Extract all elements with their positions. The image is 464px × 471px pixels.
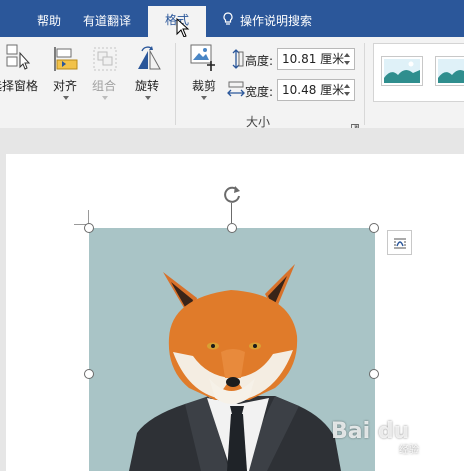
layout-options-button[interactable] [387, 230, 412, 255]
height-spin-arrows[interactable] [343, 51, 351, 67]
dialog-launcher-icon[interactable] [351, 117, 359, 132]
align-button[interactable]: 对齐 [50, 37, 82, 107]
align-icon [52, 45, 80, 76]
picture-styles-gallery [373, 43, 464, 102]
ribbon: 选择窗格 对齐 组合 [0, 37, 464, 132]
watermark-sub: 经验 [399, 445, 419, 456]
resize-handle-nw[interactable] [84, 223, 94, 233]
align-dropdown-caret [63, 96, 69, 100]
height-label: 高度: [245, 54, 274, 68]
selection-pane-icon [6, 43, 32, 74]
tell-me-search[interactable]: 操作说明搜索 [222, 11, 312, 31]
group-separator [364, 43, 365, 125]
rotate-dropdown-caret [145, 96, 151, 100]
lightbulb-icon [222, 12, 240, 32]
watermark-brand: Bai du [331, 419, 410, 444]
rotate-button[interactable]: 旋转 [131, 37, 165, 107]
resize-handle-w[interactable] [84, 369, 94, 379]
corner-mark [88, 210, 89, 224]
group-label: 组合 [92, 79, 117, 93]
group-button[interactable]: 组合 [89, 37, 121, 107]
tell-me-label: 操作说明搜索 [240, 14, 313, 28]
tab-help[interactable]: 帮助 [37, 11, 61, 31]
crop-dropdown-caret [201, 96, 207, 100]
width-icon [227, 81, 245, 103]
picture-style-2[interactable] [435, 56, 464, 86]
selection-pane-button[interactable]: 选择窗格 [0, 37, 44, 107]
height-spinbox[interactable]: 10.81 厘米 [277, 48, 355, 70]
group-separator [175, 43, 176, 125]
layout-options-icon [392, 235, 408, 255]
height-icon [228, 49, 244, 73]
height-value: 10.81 厘米 [282, 52, 345, 66]
crop-icon [189, 43, 219, 76]
crop-button[interactable]: 裁剪 [186, 37, 222, 107]
baidu-watermark: Bai du 经验 [331, 419, 459, 459]
rotate-icon [134, 45, 162, 76]
rotate-label: 旋转 [135, 79, 160, 93]
crop-label: 裁剪 [192, 79, 217, 93]
width-label: 宽度: [245, 85, 274, 99]
selection-pane-label: 选择窗格 [0, 79, 39, 93]
width-spin-arrows[interactable] [343, 82, 351, 98]
group-icon [91, 45, 119, 76]
ribbon-tab-bar: 帮助 有道翻译 格式 操作说明搜索 [0, 0, 464, 37]
resize-handle-e[interactable] [369, 369, 379, 379]
align-label: 对齐 [53, 79, 78, 93]
resize-handle-n[interactable] [227, 223, 237, 233]
resize-handle-ne[interactable] [369, 223, 379, 233]
width-spinbox[interactable]: 10.48 厘米 [277, 79, 355, 101]
picture-style-1[interactable] [381, 56, 423, 86]
tab-youdao-translate[interactable]: 有道翻译 [83, 11, 131, 31]
group-dropdown-caret [102, 96, 108, 100]
width-value: 10.48 厘米 [282, 83, 345, 97]
rotate-handle-icon[interactable] [221, 183, 243, 209]
